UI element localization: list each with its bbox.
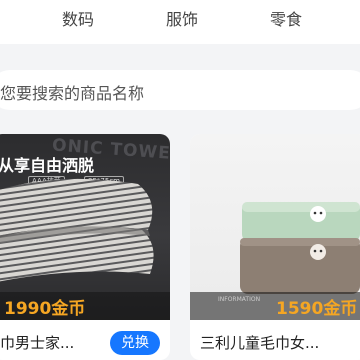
product-title: 巾男士家... bbox=[0, 334, 75, 352]
tab-snacks[interactable]: 零食 bbox=[270, 10, 302, 30]
tab-apparel[interactable]: 服饰 bbox=[166, 10, 198, 30]
app-screen: 数码 服饰 零食 您要搜索的商品名称 ONIC TOWEL 从享自由洒脱 AAA… bbox=[0, 0, 360, 360]
product-card[interactable]: INFORMATION 1590金币 三利儿童毛巾女... bbox=[190, 134, 360, 360]
search-placeholder: 您要搜索的商品名称 bbox=[0, 84, 145, 103]
product-price: 1590金币 bbox=[276, 299, 358, 319]
image-info-text: INFORMATION bbox=[218, 296, 261, 303]
product-price: 1990金币 bbox=[4, 299, 86, 319]
product-title: 三利儿童毛巾女... bbox=[200, 334, 320, 352]
search-bar[interactable]: 您要搜索的商品名称 bbox=[0, 70, 360, 110]
category-tabs: 数码 服饰 零食 bbox=[0, 0, 360, 44]
product-card[interactable]: ONIC TOWEL 从享自由洒脱 AAA抗菌 35*75cm 1990金币 巾… bbox=[0, 134, 170, 360]
tab-digital[interactable]: 数码 bbox=[62, 10, 94, 30]
redeem-button[interactable]: 兑换 bbox=[110, 331, 160, 355]
